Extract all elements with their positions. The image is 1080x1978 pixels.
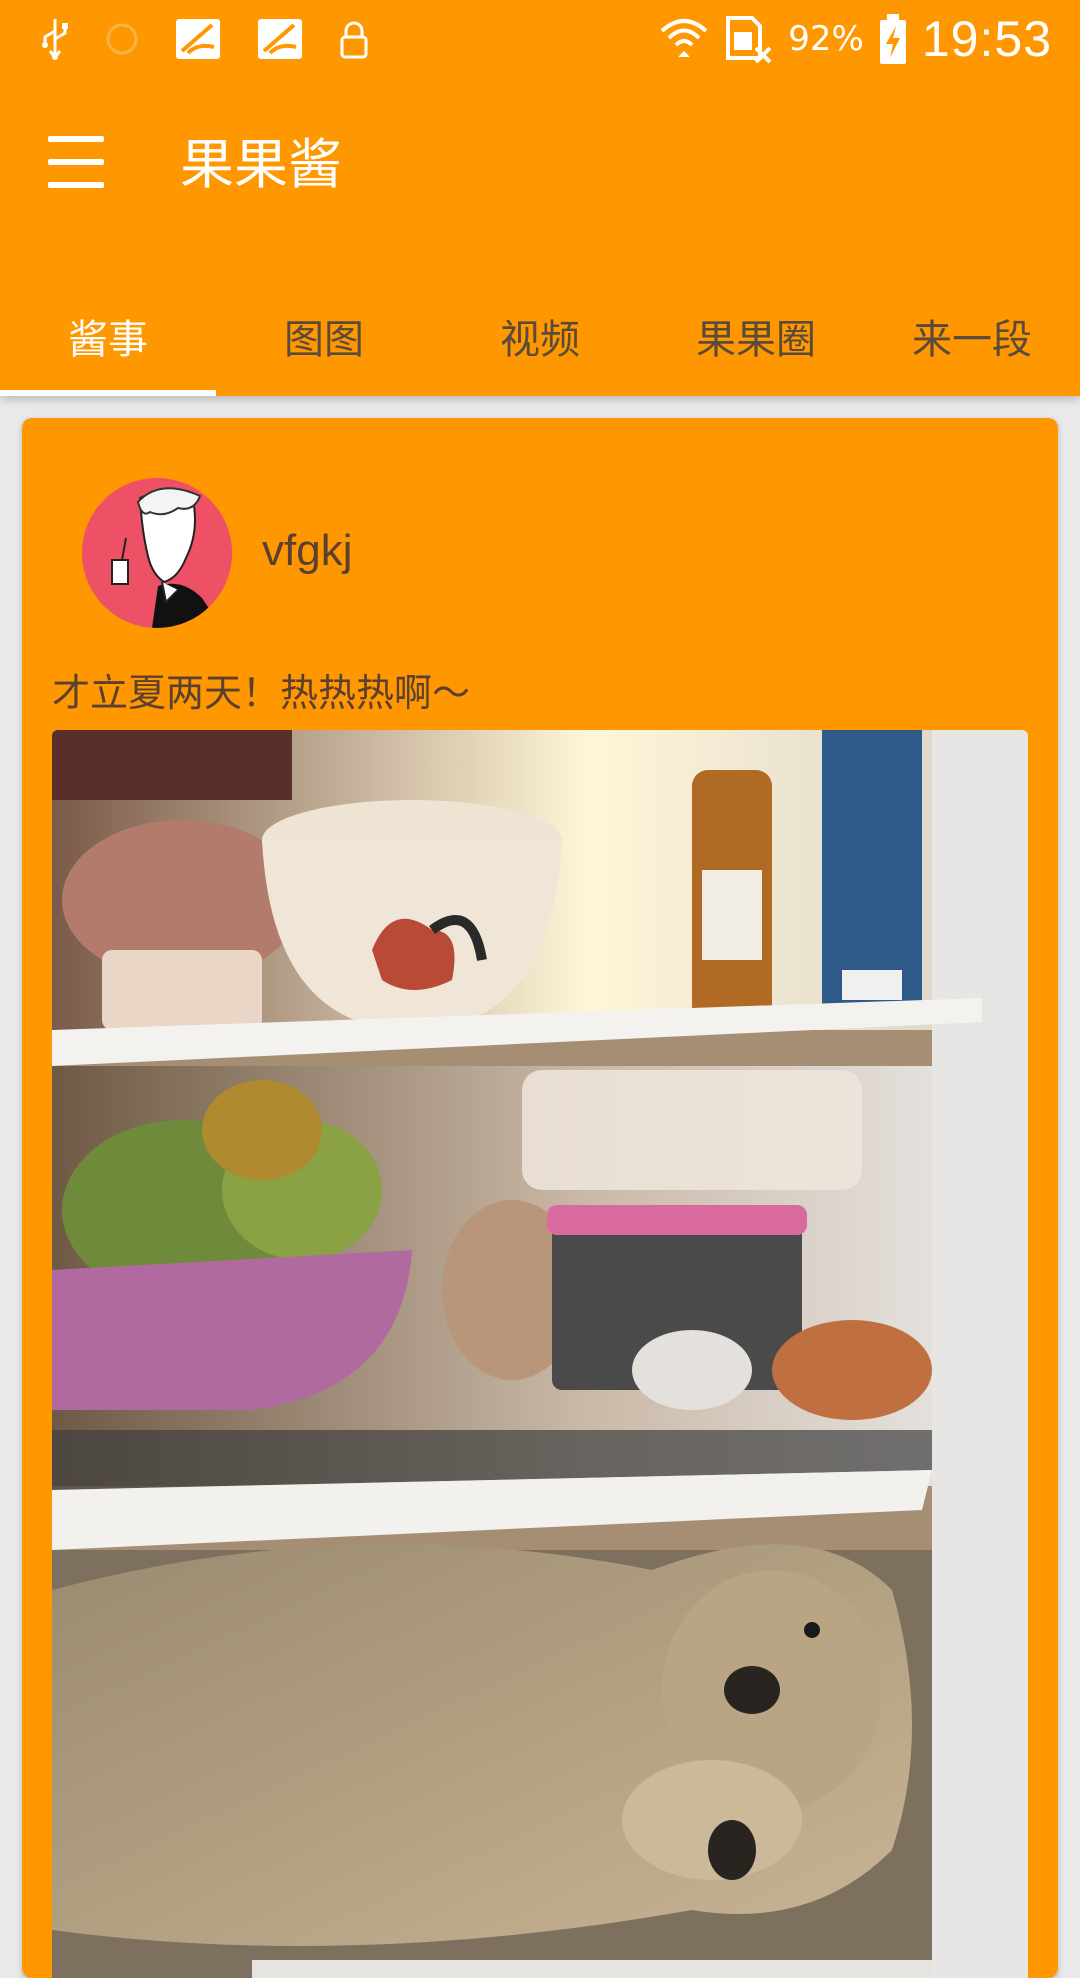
post-text: 才立夏两天！热热热啊～ (52, 671, 471, 715)
clock: 19:53 (921, 11, 1052, 67)
tab-guoguoquan[interactable]: 果果圈 (648, 276, 864, 396)
usb-icon (40, 17, 70, 61)
hamburger-menu-icon[interactable] (48, 132, 118, 192)
tab-video[interactable]: 视频 (432, 276, 648, 396)
sim-no-signal-icon (724, 12, 774, 66)
status-bar-left-icons (40, 14, 370, 64)
app-notification-icon (256, 17, 304, 61)
status-bar: 92% 19:53 (0, 0, 1080, 78)
battery-percentage: 92% (788, 19, 864, 59)
tab-tutu[interactable]: 图图 (216, 276, 432, 396)
tab-jiangshi[interactable]: 酱事 (0, 276, 216, 396)
post-image[interactable] (52, 730, 1028, 1978)
battery-charging-icon (878, 12, 908, 66)
app-title: 果果酱 (180, 133, 342, 196)
tab-laiyiduan[interactable]: 来一段 (864, 276, 1080, 396)
app-bar: 果果酱 酱事 图图 视频 果果圈 来一段 (0, 78, 1080, 396)
post-card[interactable]: vfgkj 才立夏两天！热热热啊～ (22, 418, 1058, 1978)
status-bar-right-icons: 92% 19:53 (658, 6, 1052, 72)
alarm-icon (104, 21, 140, 57)
app-notification-icon (174, 17, 222, 61)
wifi-icon (658, 13, 710, 65)
post-username[interactable]: vfgkj (262, 526, 352, 576)
lock-icon (338, 19, 370, 59)
tab-bar: 酱事 图图 视频 果果圈 来一段 (0, 276, 1080, 396)
avatar[interactable] (82, 478, 232, 628)
